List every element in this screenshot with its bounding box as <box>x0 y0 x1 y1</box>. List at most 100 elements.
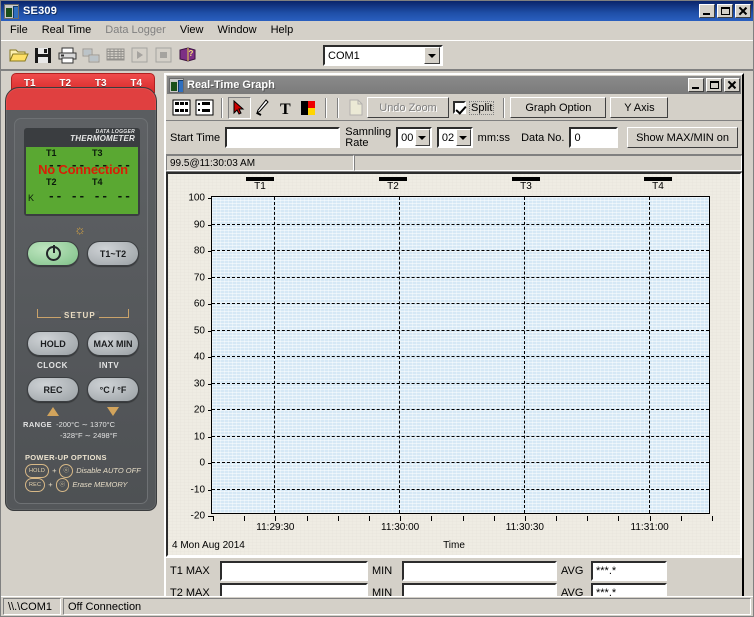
app-icon <box>4 3 19 19</box>
toolbar-separator-2 <box>325 97 327 118</box>
split-label: Split <box>469 100 495 115</box>
plot-region[interactable] <box>211 196 710 514</box>
gridline-vertical <box>399 197 401 513</box>
print-icon[interactable] <box>55 44 79 67</box>
legend-item-t3: T3 <box>491 174 561 192</box>
chevron-down-icon[interactable] <box>455 129 471 146</box>
intv-label: INTV <box>99 361 120 370</box>
lcd-label-t2: T2 <box>46 177 57 187</box>
x-axis-tick-mark <box>712 516 713 521</box>
y-axis-button[interactable]: Y Axis <box>610 97 669 118</box>
graph-window-icon <box>169 77 184 93</box>
lcd-label-t3: T3 <box>92 148 103 158</box>
y-axis-tick-label: 60 <box>193 298 205 310</box>
open-folder-icon[interactable] <box>7 44 31 67</box>
graph-window-title: Real-Time Graph <box>187 79 275 91</box>
powerup-key-power-1: ⓞ <box>59 464 74 478</box>
x-axis-tick-mark <box>244 516 246 521</box>
legend-label-t3: T3 <box>520 181 532 192</box>
power-up-row-1: HOLD + ⓞ Disable AUTO OFF <box>25 464 143 478</box>
pen-icon[interactable] <box>251 97 274 119</box>
list-view-icon[interactable] <box>193 97 216 119</box>
gridline-vertical <box>523 197 525 513</box>
legend-label-t2: T2 <box>387 181 399 192</box>
x-axis-tick-mark <box>587 516 589 521</box>
chevron-down-icon[interactable] <box>414 129 430 146</box>
window-controls <box>699 4 751 18</box>
graph-close-button[interactable] <box>724 78 740 92</box>
sampling-minutes-select[interactable]: 00 <box>396 127 432 148</box>
menu-item-view[interactable]: View <box>173 22 211 38</box>
chart-area[interactable]: T1 T2 T3 T4 100 90 80 70 60 50 40 30 20 … <box>166 172 742 557</box>
show-max-min-button[interactable]: Show MAX/MIN on <box>627 127 738 148</box>
y-axis-tick-label: 50 <box>193 325 205 336</box>
graph-toolbar: T Undo Zoom Split Graph Option Y Axis <box>166 95 742 121</box>
pointer-icon[interactable] <box>228 96 251 119</box>
hold-button[interactable]: HOLD <box>27 331 79 356</box>
powerup-plus-1: + <box>52 466 57 475</box>
t1-t2-button[interactable]: T1~T2 <box>87 241 139 266</box>
arrow-up-icon[interactable] <box>47 407 59 416</box>
x-axis-title: Time <box>443 540 465 551</box>
datalogger-icon <box>103 44 127 67</box>
gridline-horizontal <box>212 488 709 490</box>
graph-option-button[interactable]: Graph Option <box>510 97 607 118</box>
close-button[interactable] <box>735 4 751 18</box>
x-axis-tick-mark <box>431 516 433 521</box>
rec-button[interactable]: REC <box>27 377 79 402</box>
y-axis-tick-label: 100 <box>188 192 205 204</box>
menu-item-help[interactable]: Help <box>264 22 301 38</box>
text-tool-icon[interactable]: T <box>274 97 297 119</box>
t1-max-input[interactable] <box>220 561 368 581</box>
menu-item-real-time[interactable]: Real Time <box>35 22 99 38</box>
grid-view-icon[interactable] <box>170 97 193 119</box>
t1-avg-input[interactable]: ***.* <box>591 561 667 581</box>
gridline-horizontal <box>212 409 709 410</box>
power-button[interactable] <box>27 241 79 266</box>
y-axis-tick-label: 10 <box>193 431 205 442</box>
main-statusbar: \\.\COM1 Off Connection <box>1 596 753 616</box>
y-axis-tick-label: 70 <box>193 272 205 283</box>
start-time-input[interactable] <box>225 127 341 148</box>
lcd-frame: DATA LOGGER THERMOMETER T1 T3 -- -- -- -… <box>24 128 140 216</box>
t2-avg-input[interactable]: ***.* <box>591 583 667 596</box>
gridline-horizontal <box>212 382 709 384</box>
x-axis-tick-mark <box>556 516 558 521</box>
help-book-icon[interactable]: ? <box>175 44 199 67</box>
current-reading: 99.5@11:30:03 AM <box>166 155 354 171</box>
x-axis-tick-mark <box>275 516 277 521</box>
split-checkbox[interactable] <box>453 101 466 114</box>
lcd-unit: K <box>28 193 35 203</box>
range-fahrenheit: -328°F ∼ 2498°F <box>60 431 118 440</box>
max-min-avg-table: T1 MAX MIN AVG ***.* T2 MAX MIN AVG ***.… <box>166 557 742 596</box>
sampling-seconds-select[interactable]: 02 <box>436 127 473 148</box>
chevron-down-icon[interactable] <box>424 47 440 64</box>
legend-item-t4: T4 <box>623 174 693 192</box>
menu-item-window[interactable]: Window <box>210 22 263 38</box>
split-checkbox-group[interactable]: Split <box>453 100 495 115</box>
graph-maximize-button[interactable] <box>706 78 722 92</box>
t2-min-input[interactable] <box>402 583 557 596</box>
celsius-fahrenheit-button[interactable]: °C / °F <box>87 377 139 402</box>
svg-text:T: T <box>280 101 291 116</box>
t1-min-input[interactable] <box>402 561 557 581</box>
sampling-units-label: mm:ss <box>477 131 511 144</box>
menu-item-file[interactable]: File <box>3 22 35 38</box>
sampling-minutes-value: 00 <box>401 131 414 144</box>
com-port-select[interactable]: COM1 <box>323 45 443 66</box>
maximize-button[interactable] <box>717 4 733 18</box>
statusbar-port: \\.\COM1 <box>3 598 61 615</box>
minimize-button[interactable] <box>699 4 715 18</box>
graph-minimize-button[interactable] <box>688 78 704 92</box>
max-min-button[interactable]: MAX MIN <box>87 331 139 356</box>
backlight-icon[interactable]: ☼ <box>73 223 87 237</box>
lcd-value-row-bottom: -- -- -- -- -- -- -- -- <box>48 190 132 203</box>
gridline-horizontal <box>212 356 709 357</box>
svg-text:?: ? <box>188 49 193 58</box>
data-no-input[interactable]: 0 <box>569 127 619 148</box>
arrow-down-icon[interactable] <box>107 407 119 416</box>
color-palette-icon[interactable] <box>297 97 320 119</box>
power-up-title: POWER-UP OPTIONS <box>25 453 107 462</box>
save-disk-icon[interactable] <box>31 44 55 67</box>
t2-max-input[interactable] <box>220 583 368 596</box>
